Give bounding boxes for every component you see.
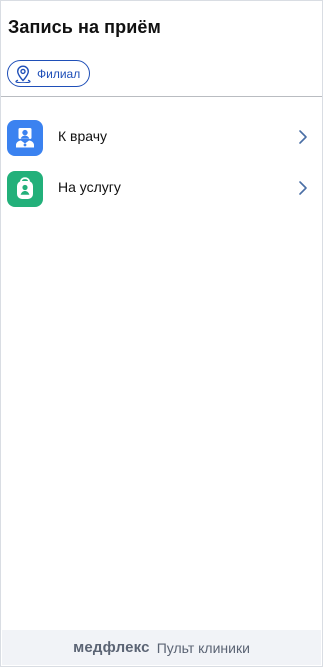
branch-filter-label: Филиал bbox=[37, 66, 81, 81]
chevron-right-icon bbox=[299, 130, 307, 144]
app-frame: Запись на приём Филиал К врачу На услугу… bbox=[0, 0, 323, 667]
menu-item-service-label: На услугу bbox=[58, 179, 121, 195]
footer-subtitle: Пульт клиники bbox=[156, 639, 250, 656]
branch-filter-chip[interactable]: Филиал bbox=[7, 60, 91, 87]
service-icon bbox=[7, 171, 43, 207]
menu-item-doctor[interactable]: К врачу bbox=[1, 112, 322, 162]
menu-item-doctor-label: К врачу bbox=[58, 128, 108, 144]
chevron-right-icon bbox=[299, 181, 307, 195]
menu-item-service[interactable]: На услугу bbox=[1, 163, 322, 213]
page-title: Запись на приём bbox=[8, 17, 161, 37]
header-divider bbox=[1, 96, 322, 97]
brand-logo: медфлекс bbox=[73, 639, 150, 656]
footer: медфлекс Пульт клиники bbox=[2, 630, 321, 665]
location-pin-icon bbox=[15, 64, 31, 83]
doctor-icon bbox=[7, 120, 43, 156]
